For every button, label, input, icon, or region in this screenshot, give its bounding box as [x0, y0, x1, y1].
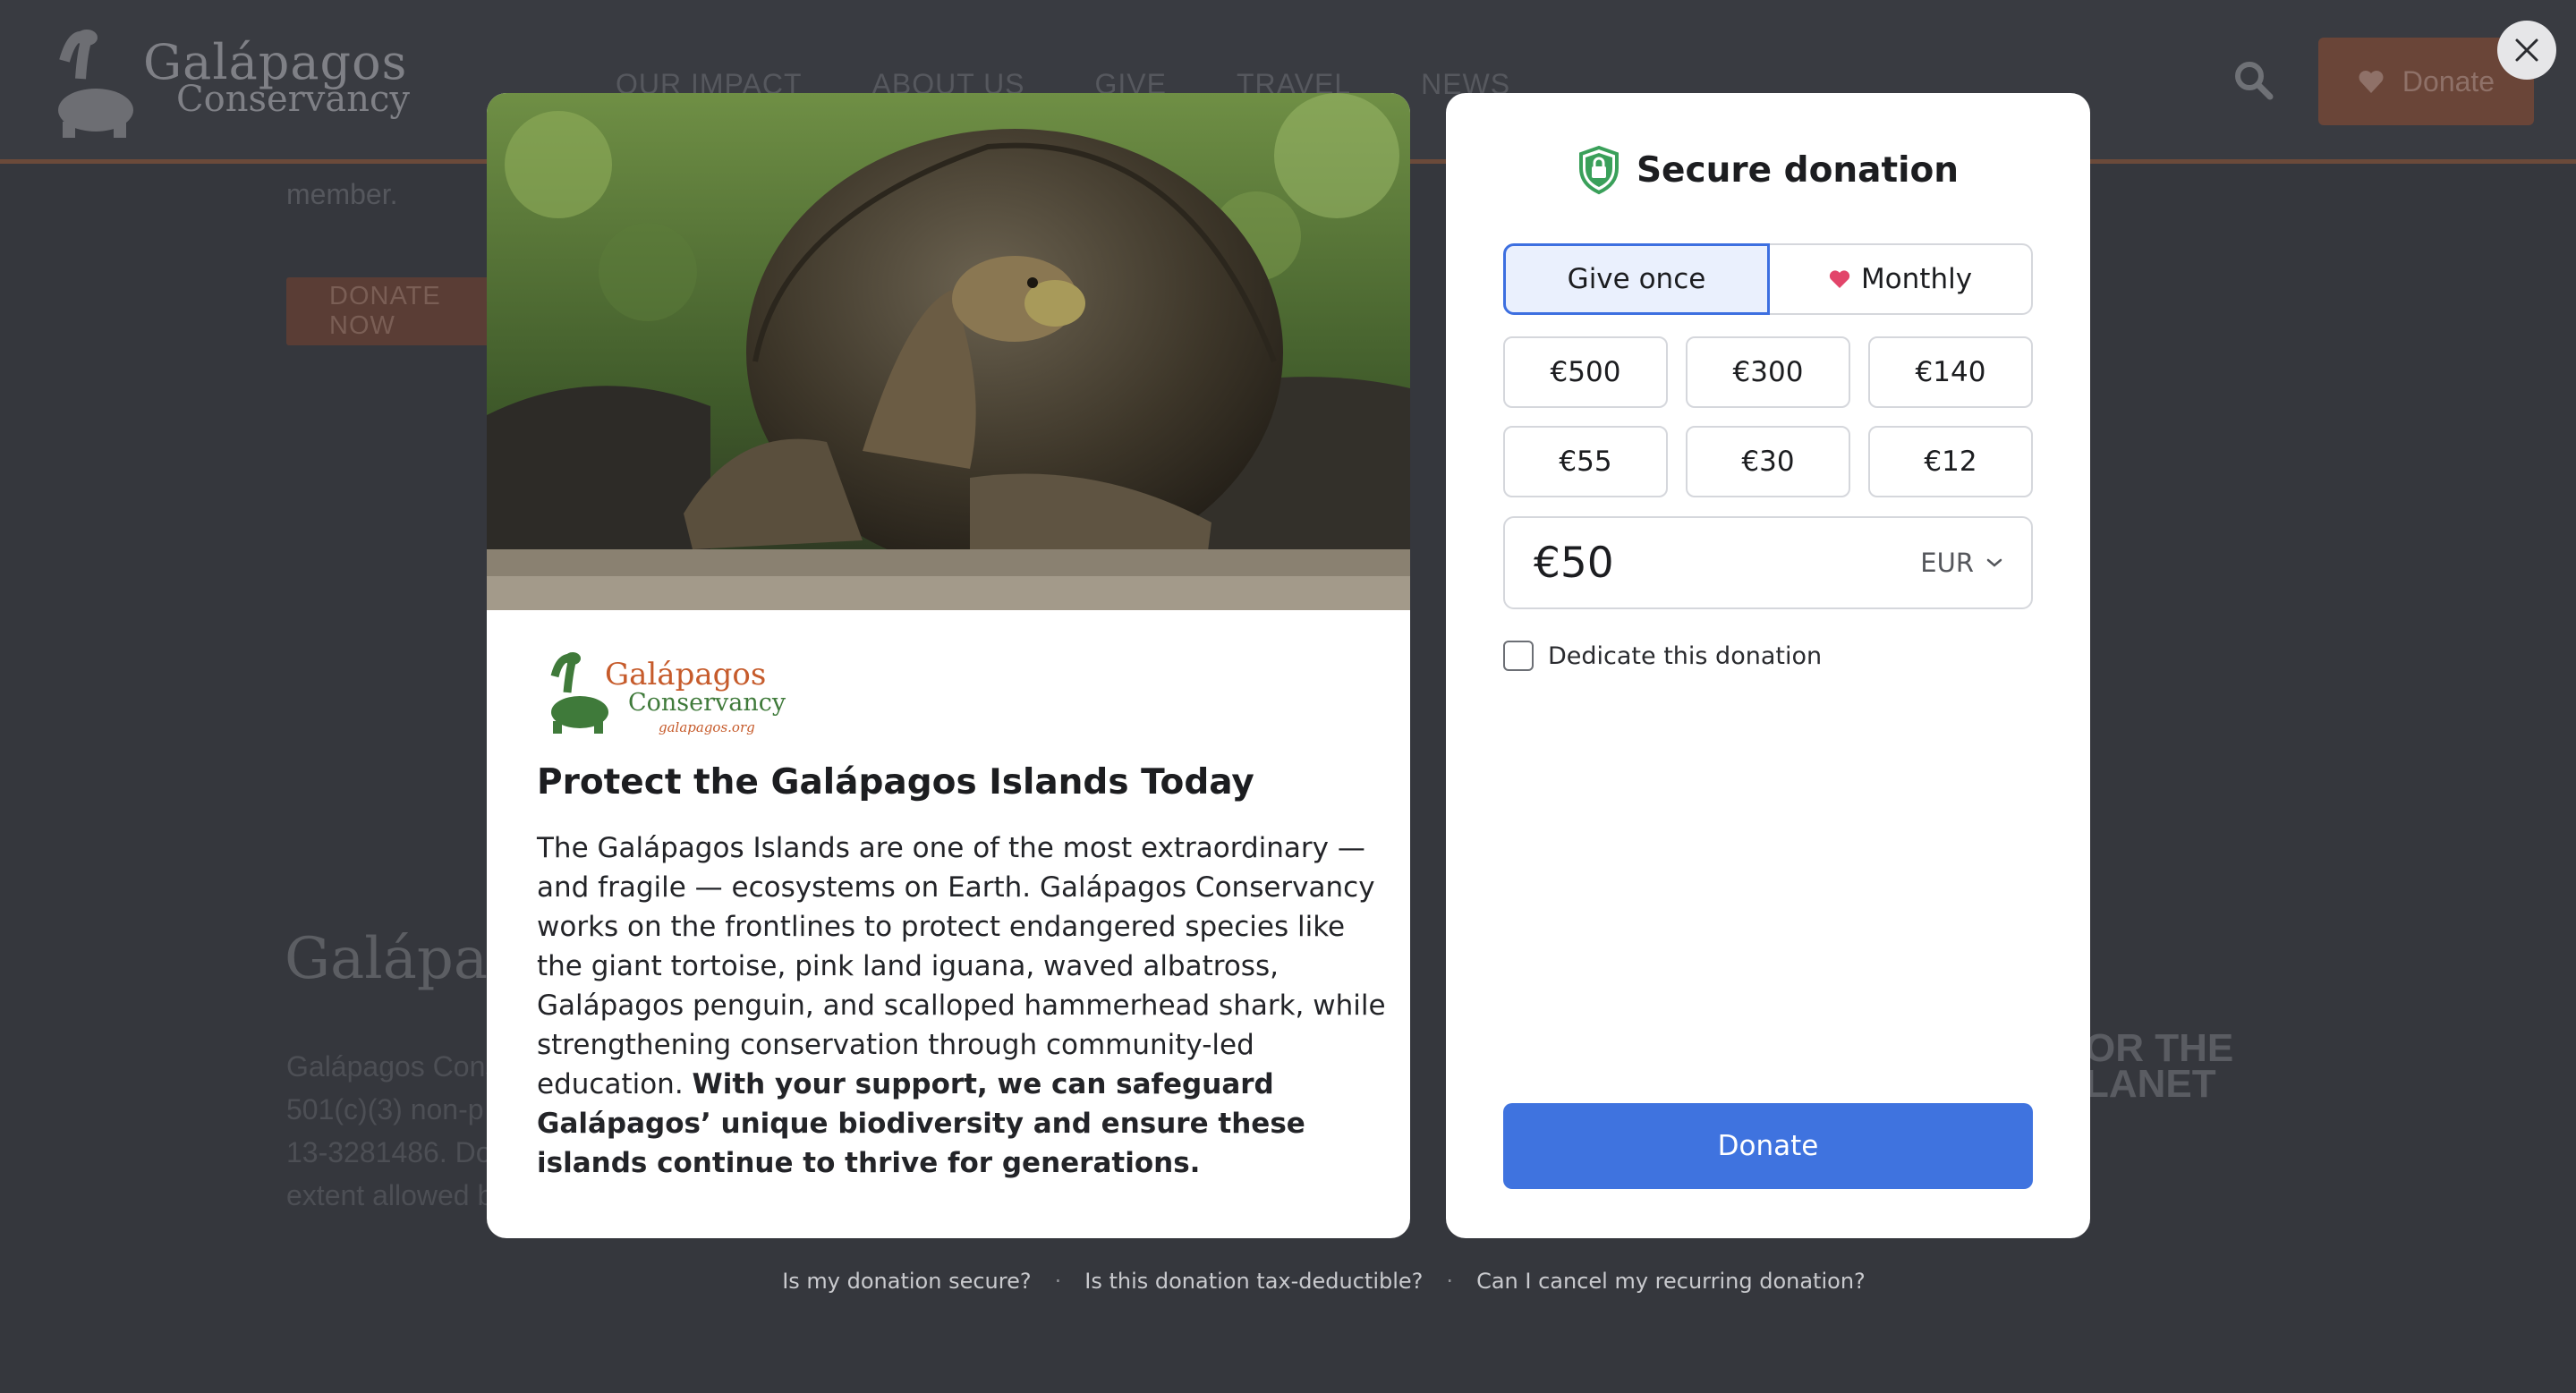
currency-select[interactable]: EUR: [1920, 548, 2002, 578]
dedicate-donation-option[interactable]: Dedicate this donation: [1503, 641, 1822, 671]
donate-button[interactable]: Donate: [1503, 1103, 2033, 1189]
tortoise-logo-icon: [550, 652, 608, 734]
partner-logo-line: LANET: [2085, 1062, 2216, 1106]
donation-form: Secure donation Give once Monthly €500 €…: [1446, 93, 2090, 1238]
amount-option[interactable]: €12: [1868, 426, 2033, 497]
monthly-label: Monthly: [1860, 263, 1973, 295]
frequency-toggle: Give once Monthly: [1503, 243, 2033, 315]
heart-icon: [2359, 71, 2384, 93]
search-icon[interactable]: [2232, 59, 2274, 104]
heart-icon: [1829, 270, 1850, 288]
header-donate-label: Donate: [2402, 64, 2495, 98]
tortoise-hero-image: [487, 93, 1410, 610]
faq-links: Is my donation secure? · Is this donatio…: [0, 1269, 2576, 1294]
campaign-card: Galápagos Conservancy galapagos.org Prot…: [487, 93, 1410, 1238]
monthly-button[interactable]: Monthly: [1770, 243, 2033, 315]
amount-option[interactable]: €500: [1503, 336, 1668, 408]
footer-line: extent allowed b: [286, 1179, 494, 1211]
close-icon: [2515, 38, 2538, 62]
chevron-down-icon: [1986, 558, 2002, 567]
footer-text: Galápagos Cons 501(c)(3) non-p 13-328148…: [286, 1045, 501, 1217]
secure-donation-header: Secure donation: [1446, 145, 2090, 195]
campaign-title: Protect the Galápagos Islands Today: [537, 762, 1254, 803]
background-member-text: member.: [286, 178, 398, 210]
amount-option[interactable]: €140: [1868, 336, 2033, 408]
partner-logo: OR THE LANET: [2085, 1026, 2234, 1106]
give-once-label: Give once: [1567, 263, 1706, 295]
custom-amount-field[interactable]: €50 EUR: [1503, 516, 2033, 609]
dedicate-checkbox[interactable]: [1503, 641, 1534, 671]
partner-logo-line: OR THE: [2085, 1026, 2234, 1070]
amount-option[interactable]: €30: [1686, 426, 1850, 497]
donate-now-button[interactable]: DONATE NOW: [286, 277, 492, 345]
faq-link-cancel[interactable]: Can I cancel my recurring donation?: [1476, 1269, 1866, 1294]
separator-dot: ·: [1054, 1269, 1062, 1294]
close-button[interactable]: [2497, 21, 2556, 80]
tortoise-logo-icon: [58, 30, 133, 138]
custom-amount-value[interactable]: €50: [1534, 539, 1614, 588]
currency-label: EUR: [1920, 548, 1974, 578]
site-logo[interactable]: Galápagos Conservancy: [47, 25, 410, 141]
separator-dot: ·: [1446, 1269, 1454, 1294]
secure-donation-title: Secure donation: [1636, 149, 1960, 191]
shield-lock-icon: [1578, 145, 1619, 195]
dedicate-label: Dedicate this donation: [1548, 641, 1823, 670]
campaign-description: The Galápagos Islands are one of the mos…: [537, 828, 1387, 1183]
amount-option[interactable]: €55: [1503, 426, 1668, 497]
donate-button-label: Donate: [1717, 1130, 1819, 1162]
give-once-button[interactable]: Give once: [1503, 243, 1770, 315]
faq-link-secure[interactable]: Is my donation secure?: [782, 1269, 1031, 1294]
campaign-logo-line1: Galápagos: [605, 657, 767, 692]
campaign-logo-url: galapagos.org: [659, 719, 755, 735]
preset-amounts: €500 €300 €140 €55 €30 €12: [1503, 336, 2033, 497]
amount-option[interactable]: €300: [1686, 336, 1850, 408]
campaign-logo-line2: Conservancy: [628, 689, 786, 717]
faq-link-tax[interactable]: Is this donation tax-deductible?: [1084, 1269, 1423, 1294]
site-logo-line2: Conservancy: [176, 79, 410, 120]
campaign-description-text: The Galápagos Islands are one of the mos…: [537, 832, 1386, 1100]
footer-line: 501(c)(3) non-p: [286, 1093, 484, 1125]
campaign-logo: Galápagos Conservancy galapagos.org: [540, 650, 809, 739]
footer-line: Galápagos Cons: [286, 1050, 500, 1083]
footer-line: 13-3281486. Do: [286, 1136, 492, 1168]
